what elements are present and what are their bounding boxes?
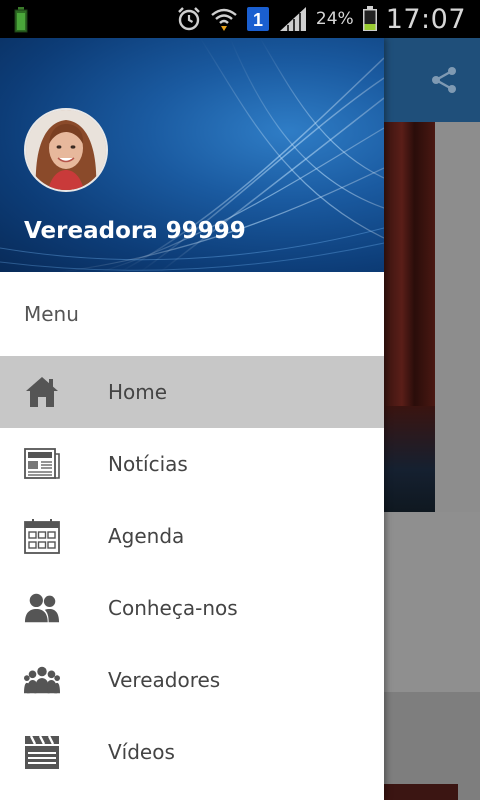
status-time: 17:07 [385,3,466,35]
menu-item-agenda[interactable]: Agenda [0,500,384,572]
battery-percent: 24% [315,9,354,29]
menu-label-videos: Vídeos [108,740,175,764]
status-right: 1 24% 17:07 [176,0,480,38]
battery-icon [362,6,378,32]
share-icon[interactable] [426,62,462,98]
menu-title: Menu [24,302,79,326]
group-icon [24,662,60,698]
menu-item-vereadores[interactable]: Vereadores [0,644,384,716]
background-panel [384,512,480,692]
wifi-icon [210,6,238,32]
status-left [0,0,40,38]
clapperboard-icon [24,734,60,770]
menu-item-noticias[interactable]: Notícias [0,428,384,500]
notification-badge-text: 1 [253,10,263,30]
notification-1-icon: 1 [246,6,270,32]
menu-label-noticias: Notícias [108,452,188,476]
background-photo-bottom [384,406,435,512]
profile-name: Vereadora 99999 [24,218,246,244]
drawer-header: Vereadora 99999 [0,38,384,272]
menu-label-home: Home [108,380,168,404]
newspaper-icon [24,446,60,482]
signal-icon [278,6,308,32]
menu-label-vereadores: Vereadores [108,668,221,692]
battery-charging-icon [14,7,28,33]
profile-avatar[interactable] [24,108,108,192]
menu-label-agenda: Agenda [108,524,185,548]
menu-item-home[interactable]: Home [0,356,384,428]
menu-item-conheca-nos[interactable]: Conheça-nos [0,572,384,644]
calendar-icon [24,518,60,554]
alarm-icon [176,6,202,32]
menu-label-conheca-nos: Conheça-nos [108,596,238,620]
people-icon [24,590,60,626]
status-bar: 1 24% 17:07 [0,0,480,38]
menu-item-videos[interactable]: Vídeos [0,716,384,788]
background-card-edge [384,784,458,800]
home-icon [24,374,60,410]
navigation-drawer: Vereadora 99999 Menu Home Notícias Agend… [0,38,384,800]
